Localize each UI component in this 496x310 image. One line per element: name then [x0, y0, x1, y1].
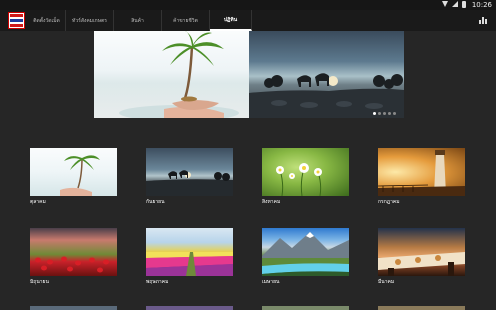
month-thumb-1[interactable] — [30, 148, 117, 196]
month-label-6: พฤษภาคม — [146, 279, 169, 285]
battery-icon — [462, 1, 466, 8]
status-bar: 10:26 — [0, 0, 496, 10]
month-label-8: มีนาคม — [378, 279, 395, 285]
tab-3[interactable]: สินค้า — [114, 10, 162, 31]
month-thumb-10[interactable] — [146, 306, 233, 310]
month-thumb-4[interactable] — [378, 148, 465, 196]
app-bar: ติดตั้งวัดเม็ด ทัวร์สังคมเกษตร สินค้า ค้… — [0, 10, 496, 31]
month-label-2: กันยายน — [146, 199, 165, 205]
month-thumb-8[interactable] — [378, 228, 465, 276]
month-label-3: สิงหาคม — [262, 199, 281, 205]
app-logo-icon[interactable] — [8, 12, 25, 29]
month-thumb-5[interactable] — [30, 228, 117, 276]
status-time: 10:26 — [471, 1, 492, 9]
tab-calendar[interactable]: ปฏิทิน — [210, 10, 252, 31]
month-thumb-2[interactable] — [146, 148, 233, 196]
month-thumb-3[interactable] — [262, 148, 349, 196]
month-thumb-6[interactable] — [146, 228, 233, 276]
tab-2[interactable]: ทัวร์สังคมเกษตร — [66, 10, 114, 31]
signal-icon — [452, 1, 458, 7]
month-label-5: มิถุนายน — [30, 279, 49, 285]
tab-4[interactable]: ค้าขายชีวิต — [162, 10, 210, 31]
carousel-dots — [373, 112, 396, 115]
hero-image-palm — [94, 31, 249, 118]
chart-icon[interactable] — [479, 17, 487, 24]
month-thumb-11[interactable] — [262, 306, 349, 310]
hero-image-dogs — [249, 31, 404, 118]
month-label-7: เมษายน — [262, 279, 280, 285]
hero-carousel[interactable] — [94, 31, 404, 118]
tab-bar: ติดตั้งวัดเม็ด ทัวร์สังคมเกษตร สินค้า ค้… — [28, 10, 252, 31]
status-icons — [442, 1, 466, 8]
month-label-4: กรกฎาคม — [378, 199, 400, 205]
month-label-1: ตุลาคม — [30, 199, 46, 205]
month-thumb-7[interactable] — [262, 228, 349, 276]
wifi-icon — [442, 1, 448, 7]
tab-1[interactable]: ติดตั้งวัดเม็ด — [28, 10, 66, 31]
month-thumb-9[interactable] — [30, 306, 117, 310]
month-thumb-12[interactable] — [378, 306, 465, 310]
